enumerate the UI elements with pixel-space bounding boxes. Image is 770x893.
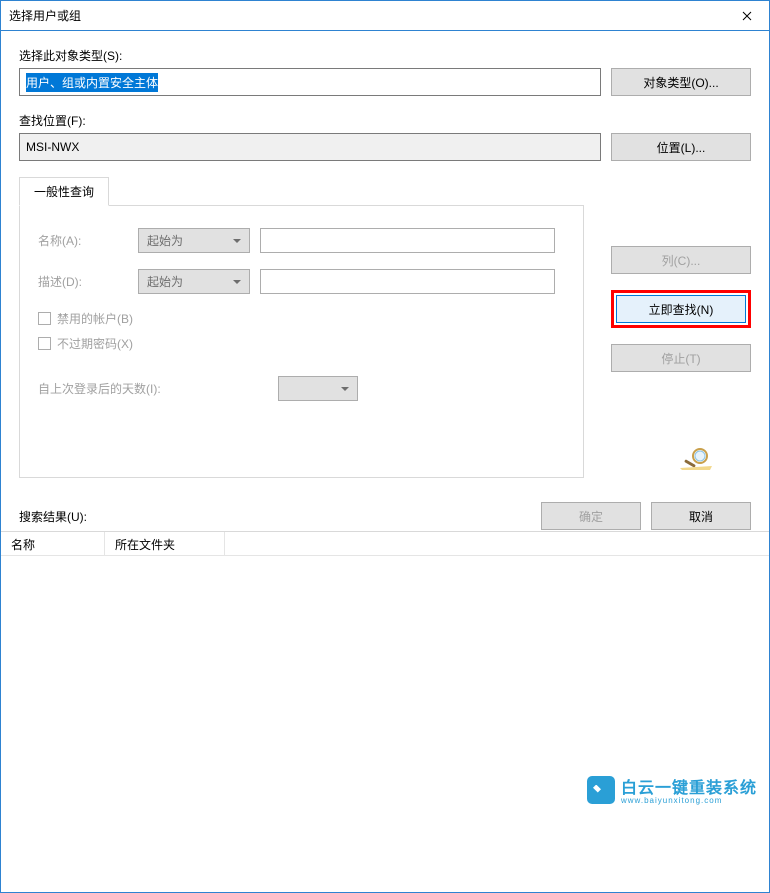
name-combo[interactable]: 起始为 — [138, 228, 250, 253]
desc-label: 描述(D): — [38, 273, 128, 290]
location-field[interactable]: MSI-NWX — [19, 133, 601, 161]
days-since-login-label: 自上次登录后的天数(I): — [38, 380, 268, 397]
window-title: 选择用户或组 — [9, 7, 81, 24]
query-panel: 名称(A): 起始为 描述(D): 起始为 禁用的帐户(B) 不过期密码(X) … — [19, 205, 584, 478]
titlebar: 选择用户或组 — [1, 1, 769, 31]
results-col-folder[interactable]: 所在文件夹 — [105, 532, 225, 555]
watermark-text-cn: 白云一键重装系统 — [621, 774, 757, 798]
cancel-button[interactable]: 取消 — [651, 502, 751, 530]
find-now-button[interactable]: 立即查找(N) — [616, 295, 746, 323]
close-button[interactable] — [724, 1, 769, 30]
object-type-label: 选择此对象类型(S): — [19, 47, 751, 64]
results-label: 搜索结果(U): — [19, 508, 751, 525]
location-label: 查找位置(F): — [19, 112, 751, 129]
watermark: 白云一键重装系统 www.baiyunxitong.com — [587, 774, 757, 805]
name-label: 名称(A): — [38, 232, 128, 249]
close-icon — [742, 11, 752, 21]
desc-combo[interactable]: 起始为 — [138, 269, 250, 294]
tab-general-query[interactable]: 一般性查询 — [19, 177, 109, 206]
object-types-button[interactable]: 对象类型(O)... — [611, 68, 751, 96]
object-type-field[interactable]: 用户、组或内置安全主体 — [19, 68, 601, 96]
locations-button[interactable]: 位置(L)... — [611, 133, 751, 161]
find-now-highlight: 立即查找(N) — [611, 290, 751, 328]
columns-button[interactable]: 列(C)... — [611, 246, 751, 274]
non-expiring-checkbox[interactable] — [38, 337, 51, 350]
ok-button: 确定 — [541, 502, 641, 530]
results-area: 名称 所在文件夹 白云一键重装系统 www.baiyunxitong.com — [1, 531, 769, 813]
location-value: MSI-NWX — [26, 140, 79, 154]
desc-input[interactable] — [260, 269, 555, 294]
search-icon — [680, 446, 714, 473]
stop-button: 停止(T) — [611, 344, 751, 372]
watermark-icon — [587, 776, 615, 804]
results-col-name[interactable]: 名称 — [1, 532, 105, 555]
disabled-accounts-label: 禁用的帐户(B) — [57, 310, 133, 327]
non-expiring-label: 不过期密码(X) — [57, 335, 133, 352]
days-combo[interactable] — [278, 376, 358, 401]
name-input[interactable] — [260, 228, 555, 253]
disabled-accounts-checkbox[interactable] — [38, 312, 51, 325]
object-type-value: 用户、组或内置安全主体 — [26, 73, 158, 92]
